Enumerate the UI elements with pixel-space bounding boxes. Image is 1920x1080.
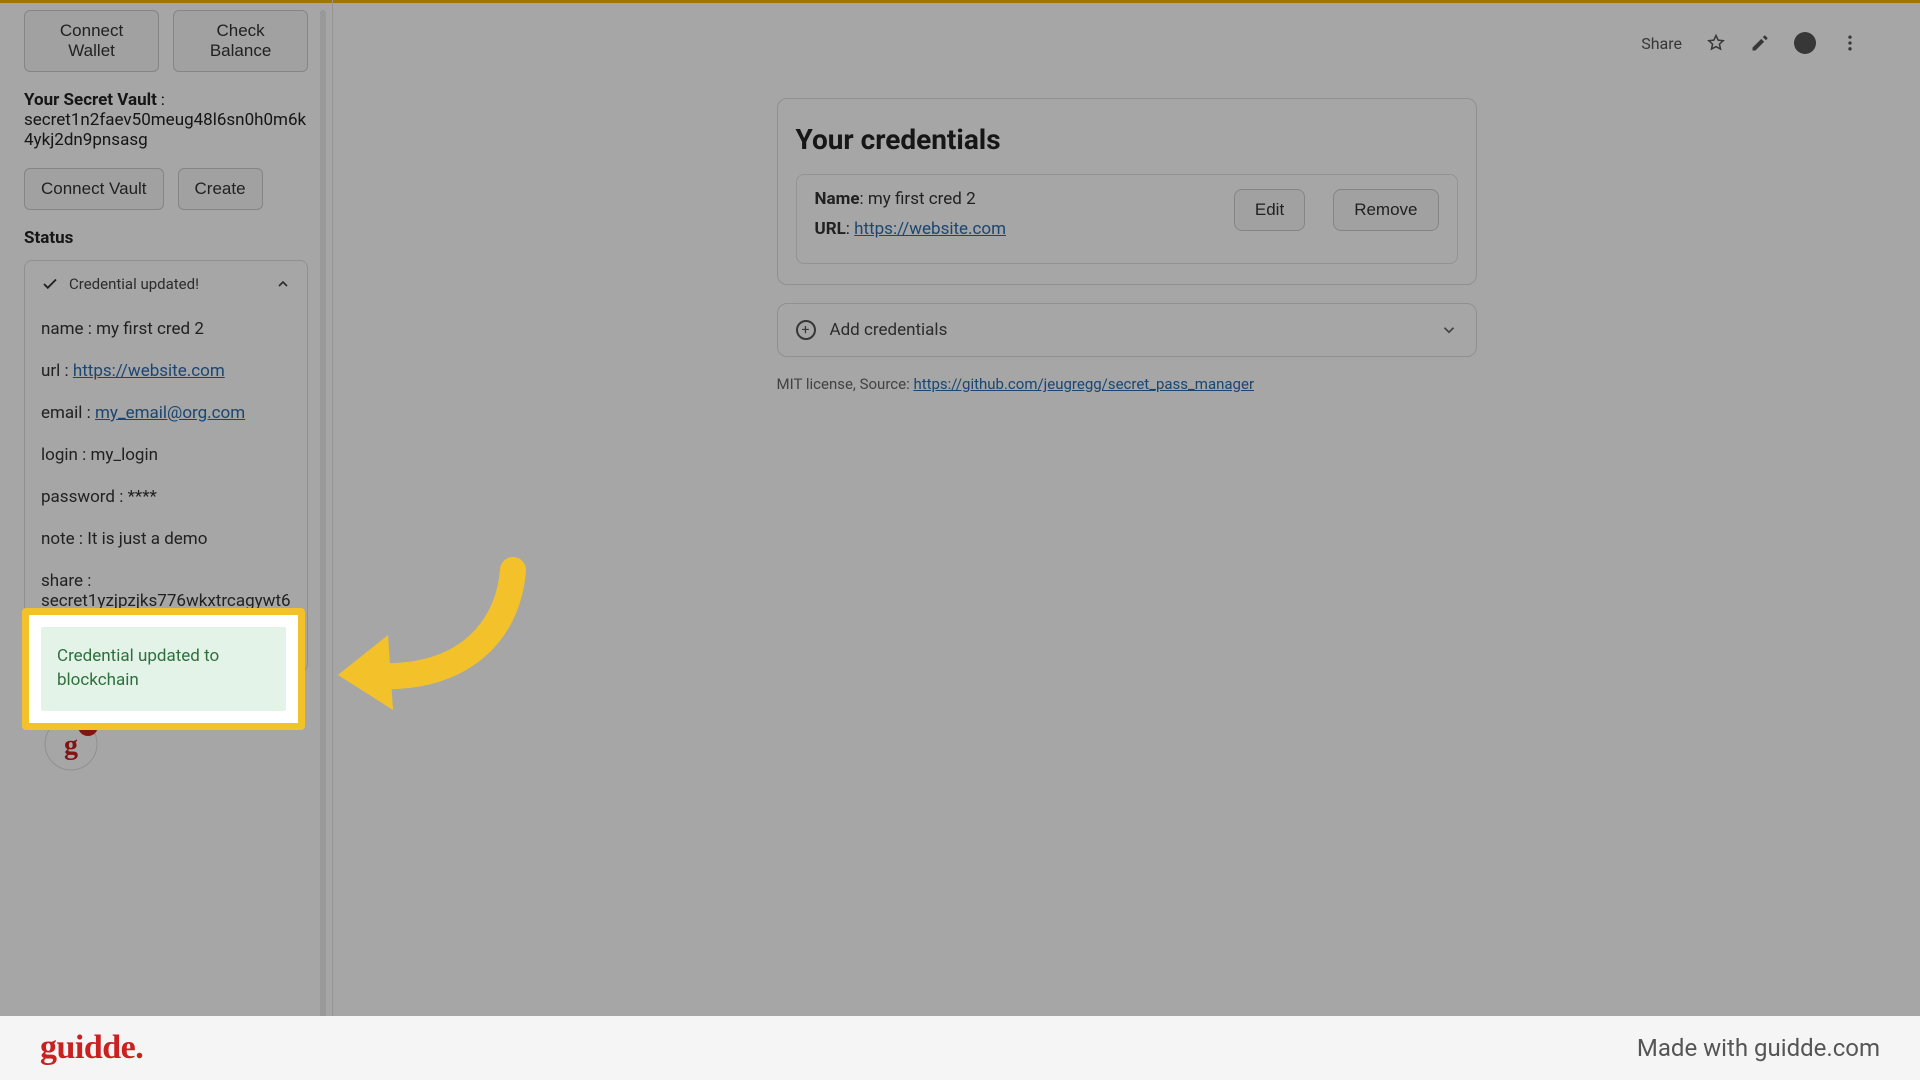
vault-colon: : <box>157 90 165 109</box>
pencil-icon[interactable] <box>1750 33 1770 53</box>
check-balance-button[interactable]: Check Balance <box>173 10 308 72</box>
sidebar: Connect Wallet Check Balance Your Secret… <box>0 0 333 1080</box>
remove-button[interactable]: Remove <box>1333 189 1438 231</box>
edit-button[interactable]: Edit <box>1234 189 1305 231</box>
add-credentials-row[interactable]: + Add credentials <box>777 303 1477 357</box>
cred-url-link[interactable]: https://website.com <box>854 219 1006 239</box>
svg-text:g: g <box>64 730 78 761</box>
cred-name-line: Name: my first cred 2 <box>815 189 1216 209</box>
toolbar: Share <box>1641 32 1860 54</box>
status-title: Credential updated! <box>69 275 265 293</box>
license-prefix: MIT license, Source: <box>777 375 914 393</box>
field-url-link[interactable]: https://website.com <box>73 361 225 381</box>
github-icon[interactable] <box>1794 32 1816 54</box>
connect-vault-button[interactable]: Connect Vault <box>24 168 164 210</box>
field-email: email : my_email@org.com <box>41 403 291 423</box>
guidde-logo: guidde. <box>40 1029 143 1067</box>
status-heading: Status <box>24 228 308 248</box>
credential-row: Name: my first cred 2 URL: https://websi… <box>796 174 1458 264</box>
credentials-card: Your credentials Name: my first cred 2 U… <box>777 98 1477 285</box>
content: Your credentials Name: my first cred 2 U… <box>777 98 1477 393</box>
chevron-down-icon <box>1440 321 1458 339</box>
connect-wallet-button[interactable]: Connect Wallet <box>24 10 159 72</box>
vault-address: secret1n2faev50meug48l6sn0h0m6k4ykj2dn9p… <box>24 110 308 150</box>
plus-circle-icon: + <box>796 320 816 340</box>
vault-label: Your Secret Vault <box>24 90 157 110</box>
status-header[interactable]: Credential updated! <box>25 261 307 307</box>
add-credentials-label: Add credentials <box>830 320 948 340</box>
made-with-label: Made with guidde.com <box>1637 1034 1880 1062</box>
status-body: name : my first cred 2 url : https://web… <box>25 319 307 631</box>
more-vert-icon[interactable] <box>1840 33 1860 53</box>
field-url: url : https://website.com <box>41 361 291 381</box>
field-password: password : **** <box>41 487 291 507</box>
vault-block: Your Secret Vault : secret1n2faev50meug4… <box>24 90 308 150</box>
guidde-footer: guidde. Made with guidde.com <box>0 1016 1920 1080</box>
share-label[interactable]: Share <box>1641 34 1682 53</box>
success-message: Credential updated to blockchain <box>41 627 286 711</box>
star-icon[interactable] <box>1706 33 1726 53</box>
field-login: login : my_login <box>41 445 291 465</box>
field-email-link[interactable]: my_email@org.com <box>95 403 245 423</box>
chevron-up-icon <box>275 276 291 292</box>
page-title: Your credentials <box>796 123 1458 156</box>
field-name: name : my first cred 2 <box>41 319 291 339</box>
field-note: note : It is just a demo <box>41 529 291 549</box>
credential-info: Name: my first cred 2 URL: https://websi… <box>815 189 1216 249</box>
highlight-box: Credential updated to blockchain <box>22 608 305 730</box>
main-area: Share Your credentials Name: my first cr… <box>333 0 1920 1080</box>
arrow-annotation <box>318 555 538 735</box>
license-note: MIT license, Source: https://github.com/… <box>777 375 1477 393</box>
check-icon <box>41 275 59 293</box>
cred-url-line: URL: https://website.com <box>815 219 1216 239</box>
create-button[interactable]: Create <box>178 168 263 210</box>
license-link[interactable]: https://github.com/jeugregg/secret_pass_… <box>913 375 1254 393</box>
app-root: Connect Wallet Check Balance Your Secret… <box>0 0 1920 1080</box>
